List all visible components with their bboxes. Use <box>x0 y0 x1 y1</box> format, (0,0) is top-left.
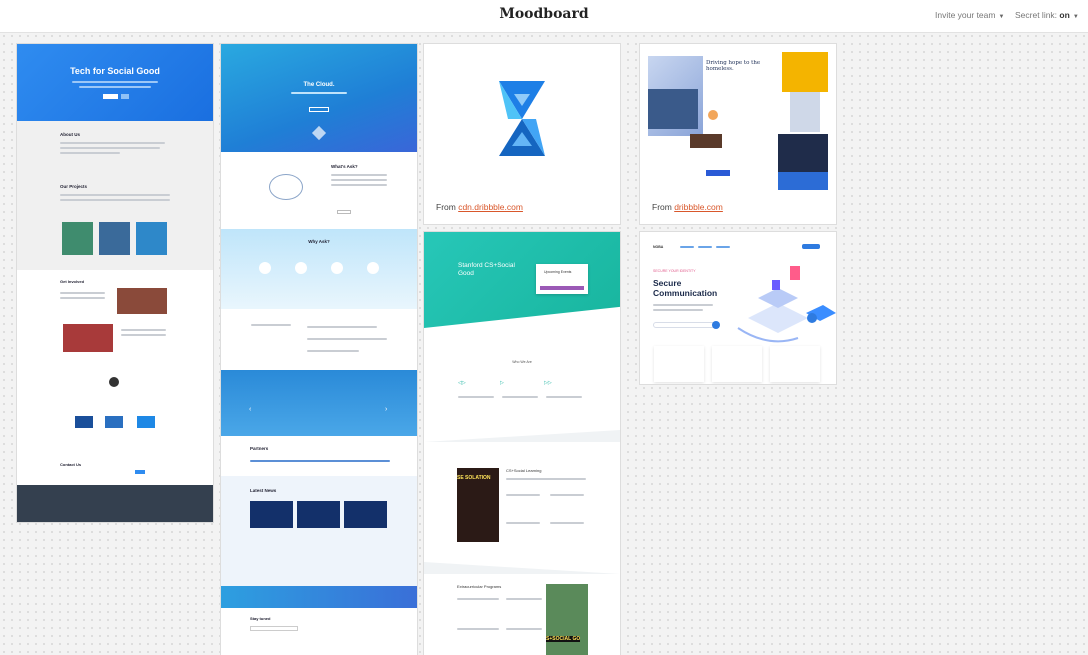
moodboard-card-stanford[interactable]: Stanford CS+Social Good Upcoming Events … <box>424 232 620 655</box>
photo <box>546 584 588 655</box>
project-thumb <box>99 222 130 255</box>
top-bar: Moodboard Invite your team ▼ Secret link:… <box>0 0 1088 33</box>
source-caption: From dribbble.com <box>652 202 723 212</box>
learning-heading: CS+Social Learning <box>506 468 542 473</box>
involved-heading: Get Involved <box>60 279 85 284</box>
hero-title: Stanford CS+Social Good <box>458 262 515 277</box>
involved-photo <box>117 288 167 314</box>
contact-heading: Contact Us <box>60 462 82 467</box>
news-thumb <box>250 501 293 528</box>
kicker: SECURE YOUR IDENTITY <box>653 269 696 273</box>
moodboard-card-blueprint[interactable]: Tech for Social Good About Us Our Projec… <box>17 44 213 522</box>
hourglass-logo-icon <box>499 81 545 156</box>
about-heading: About Us <box>60 132 80 137</box>
whats-heading: What's Ask? <box>331 164 358 169</box>
title-line2: Communication <box>653 288 718 298</box>
hero-title: The Cloud. <box>303 82 335 88</box>
isometric-illustration-icon <box>737 266 836 343</box>
events-heading: Upcoming Events <box>544 270 572 274</box>
involved-photo <box>63 324 113 352</box>
moodboard-card-secure[interactable]: NOBA SECURE YOUR IDENTITY Secure Communi… <box>640 232 836 384</box>
hero-button <box>103 94 118 99</box>
source-link[interactable]: dribbble.com <box>674 202 723 212</box>
nav-button <box>802 244 820 249</box>
who-heading: Who We Are <box>512 360 532 364</box>
programs-heading: Extracurricular Programs <box>457 584 502 589</box>
moodboard-card-logo[interactable]: From cdn.dribbble.com <box>424 44 620 224</box>
news-thumb <box>297 501 340 528</box>
brand: NOBA <box>653 245 664 249</box>
globe-icon <box>269 174 303 200</box>
source-link[interactable]: cdn.dribbble.com <box>458 202 523 212</box>
footer <box>17 485 213 522</box>
project-thumb <box>136 222 167 255</box>
hero-banner <box>424 232 620 328</box>
chevron-left-icon: ‹ <box>249 406 252 413</box>
secret-link-dropdown[interactable]: Secret link: on ▼ <box>1015 10 1079 20</box>
chevron-right-icon: › <box>385 406 388 413</box>
why-heading: Why Ask? <box>308 239 330 244</box>
stay-heading: Stay tuned <box>250 616 271 621</box>
chevron-down-icon: ▼ <box>1072 14 1079 20</box>
news-thumb <box>344 501 387 528</box>
project-thumb <box>62 222 93 255</box>
search-input <box>653 322 717 328</box>
page-title: Moodboard <box>499 6 589 22</box>
moodboard-card-homeless[interactable]: Driving hope to the homeless. From dribb… <box>640 44 836 224</box>
news-heading: Latest News <box>250 488 277 493</box>
carousel <box>221 370 417 436</box>
source-caption: From cdn.dribbble.com <box>436 202 523 212</box>
headline: Driving hope to the homeless. <box>706 60 761 72</box>
moodboard-card-ask[interactable]: The Cloud. What's Ask? Why Ask? ‹ › Part… <box>221 44 417 655</box>
title-line1: Secure <box>653 278 682 288</box>
chevron-down-icon: ▼ <box>998 14 1005 20</box>
partners-heading: Partners <box>250 446 269 451</box>
photo <box>648 89 698 129</box>
projects-heading: Our Projects <box>60 184 88 189</box>
invite-team-dropdown[interactable]: Invite your team ▼ <box>935 10 1004 20</box>
hero-title: Tech for Social Good <box>70 66 160 76</box>
email-field <box>250 626 298 631</box>
map <box>790 92 820 132</box>
